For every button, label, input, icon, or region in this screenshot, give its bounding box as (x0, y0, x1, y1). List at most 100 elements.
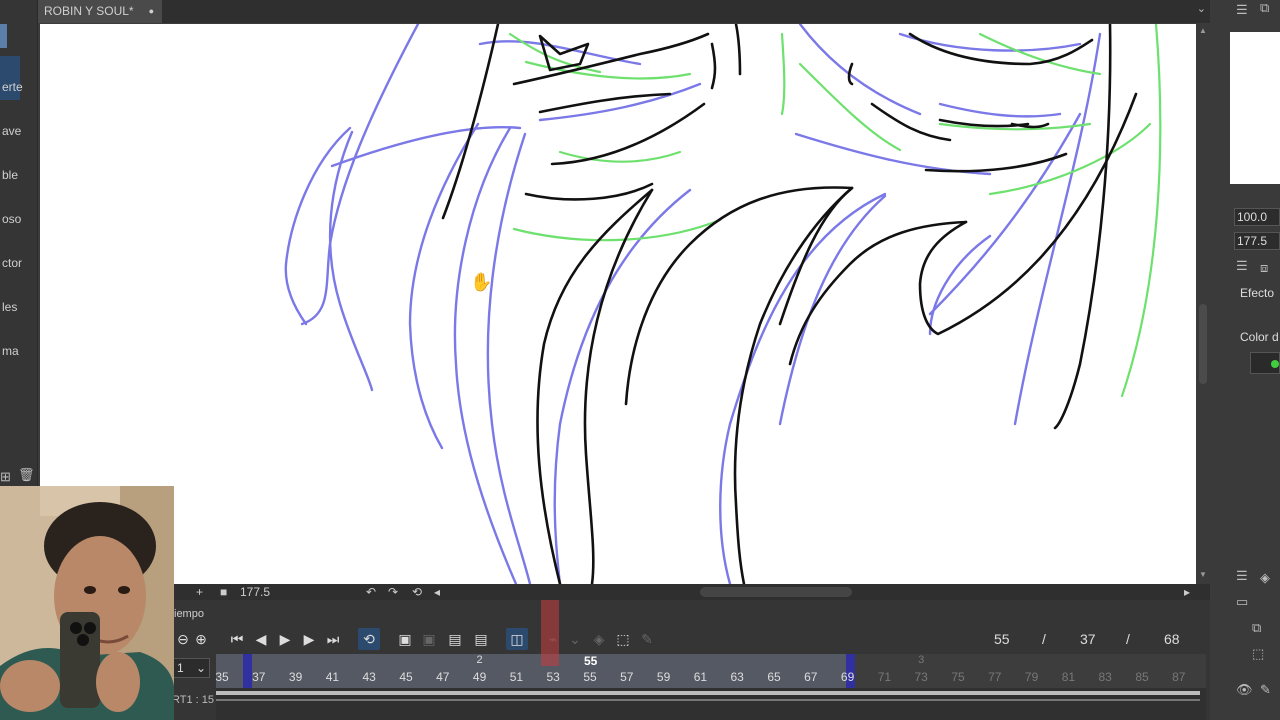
frame-tick: 61 (693, 670, 708, 684)
track-label: RT1 : 15 (172, 694, 214, 706)
prev-frame-icon[interactable]: ◀ (250, 628, 272, 650)
range-start-marker[interactable] (243, 654, 252, 688)
zoom-readout[interactable]: 177.5 (240, 584, 270, 600)
panel-menu-icon[interactable]: ☰ (1236, 2, 1248, 18)
eye-icon[interactable]: 👁 (1236, 682, 1253, 698)
frame-tick: 53 (546, 670, 560, 684)
copy-layer-icon[interactable]: ⧉ (1252, 620, 1261, 636)
scroll-up-icon[interactable]: ▲ (1199, 26, 1207, 35)
frame-tick: 77 (988, 670, 1002, 684)
left-panel-item-1[interactable]: erte (0, 76, 38, 98)
frame-ruler[interactable]: 35 37 39 41 43 45 47 49 51 53 55 57 59 61 63 65 67 69 71 73… (215, 654, 1206, 688)
panel-menu-icon-2[interactable]: ☰ (1236, 258, 1248, 274)
new-cel-icon[interactable]: ▣ (394, 628, 416, 650)
frame-separator-2: / (1126, 631, 1130, 647)
timeline-toolbar: ⊖ ⊕ ⏮ ◀ ▶ ▶ ⏭ ⟲ ▣ ▣ ▤ ▤ ◫ ⌁ ⌄ ◈ ⬚ ✎ 55 /… (172, 628, 1210, 652)
add-icon[interactable]: + (196, 584, 203, 600)
timeline-panel: iempo ⊖ ⊕ ⏮ ◀ ▶ ▶ ⏭ ⟲ ▣ ▣ ▤ ▤ ◫ ⌁ ⌄ ◈ ⬚ … (172, 600, 1210, 720)
first-frame-icon[interactable]: ⏮ (226, 628, 248, 650)
stop-icon[interactable]: ■ (220, 584, 227, 600)
frame-tick: 39 (288, 670, 303, 684)
track-bar (216, 691, 1200, 695)
pen-icon[interactable]: ✎ (1260, 682, 1271, 698)
frame-tick: 35 (215, 670, 229, 684)
panel-menu-icon-3[interactable]: ☰ (1236, 568, 1248, 584)
color-swatch[interactable] (1250, 352, 1280, 374)
zoom-in-icon[interactable]: ⊕ (190, 628, 212, 650)
sketch-drawing (284, 24, 1162, 584)
fill-icon[interactable]: ◈ (588, 628, 610, 650)
left-panel-item-6[interactable]: les (0, 296, 38, 318)
frame-tick: 75 (951, 670, 965, 684)
webcam-image (0, 486, 174, 720)
frame-tick: 79 (1024, 670, 1039, 684)
redo-rotate-icon[interactable]: ↷ (388, 584, 398, 600)
document-tab[interactable]: ROBIN Y SOUL* ● (38, 0, 162, 23)
frame-tick: 83 (1098, 670, 1112, 684)
navigator-preview[interactable] (1230, 32, 1280, 184)
frame-tick: 85 (1135, 670, 1149, 684)
frame-tick: 73 (914, 670, 928, 684)
timeline-title: iempo (174, 608, 204, 620)
frame-tick: 57 (620, 670, 634, 684)
undo-rotate-icon[interactable]: ↶ (366, 584, 376, 600)
color-dot-icon (1271, 360, 1279, 368)
pencil-icon[interactable]: ✎ (636, 628, 658, 650)
cel-list-icon[interactable]: ▤ (470, 628, 492, 650)
frame-tick: 55 (583, 670, 597, 684)
frame-tick: 67 (804, 670, 818, 684)
scroll-right-icon[interactable]: ▸ (1184, 584, 1190, 600)
vertical-scroll-thumb[interactable] (1199, 304, 1207, 384)
scroll-left-icon[interactable]: ◂ (434, 584, 440, 600)
frame-tick: 45 (399, 670, 413, 684)
horizontal-scroll-thumb[interactable] (700, 587, 852, 597)
play-icon[interactable]: ▶ (274, 628, 296, 650)
chevron-down-icon[interactable]: ⌄ (1197, 2, 1206, 15)
next-frame-icon[interactable]: ▶ (298, 628, 320, 650)
cel-spec-icon[interactable]: ▤ (444, 628, 466, 650)
track-bar-secondary (216, 699, 1200, 701)
left-panel-item-3[interactable]: ble (0, 164, 38, 186)
playhead[interactable] (541, 600, 559, 666)
track-row[interactable] (216, 688, 1206, 720)
edit-cel-icon[interactable]: ⬚ (612, 628, 634, 650)
canvas-vertical-scrollbar[interactable]: ▲ ▼ (1196, 24, 1210, 584)
left-panel-item-7[interactable]: ma (0, 340, 38, 362)
dropdown-icon[interactable]: ⌄ (564, 628, 586, 650)
reset-rotation-icon[interactable]: ⟲ (412, 584, 422, 600)
blend-mode-icon[interactable]: ▭ (1236, 594, 1248, 610)
left-panel-item-2[interactable]: ave (0, 120, 38, 142)
scroll-down-icon[interactable]: ▼ (1199, 570, 1207, 579)
loop-icon[interactable]: ⟲ (358, 628, 380, 650)
add-item-icon[interactable]: ⊞ (0, 469, 11, 485)
frame-tick: 87 (1172, 670, 1186, 684)
left-panel-item-4[interactable]: oso (0, 208, 38, 230)
panel-header-strip[interactable] (0, 24, 7, 48)
zoom-field[interactable]: 100.0 (1234, 208, 1280, 226)
left-panel-item-5[interactable]: ctor (0, 252, 38, 274)
hand-cursor-icon: ✋ (470, 272, 493, 292)
frame-tick: 49 (472, 670, 487, 684)
rotation-field[interactable]: 177.5 (1234, 232, 1280, 250)
playhead-label: 55 (584, 654, 598, 668)
left-tool-panel: erte ave ble oso ctor les ma ⊞ 🗑 (0, 0, 38, 490)
unsaved-dot-icon[interactable]: ● (149, 0, 154, 22)
delete-cel-icon[interactable]: ▣ (418, 628, 440, 650)
new-layer-icon[interactable]: ⬚ (1252, 646, 1264, 662)
layer-select-value: 1 (177, 661, 184, 675)
frame-tick: 41 (325, 670, 340, 684)
layer-property-icon[interactable]: ⧈ (1260, 260, 1268, 276)
document-tab-title: ROBIN Y SOUL* (44, 4, 134, 18)
last-frame-icon[interactable]: ⏭ (322, 628, 344, 650)
frame-separator: / (1042, 631, 1046, 647)
frame-total-a: 37 (1080, 631, 1096, 647)
trash-icon[interactable]: 🗑 (18, 467, 35, 483)
layers-icon[interactable]: ◈ (1260, 570, 1270, 586)
layer-select[interactable]: 1 ⌄ (172, 658, 210, 678)
drawing-canvas[interactable]: ✋ (40, 24, 1196, 584)
frame-tick: 47 (436, 670, 450, 684)
onion-skin-icon[interactable]: ◫ (506, 628, 528, 650)
window-icon[interactable]: ⧉ (1260, 0, 1269, 16)
effect-label: Efecto (1240, 286, 1275, 300)
frame-tick: 51 (509, 670, 524, 684)
